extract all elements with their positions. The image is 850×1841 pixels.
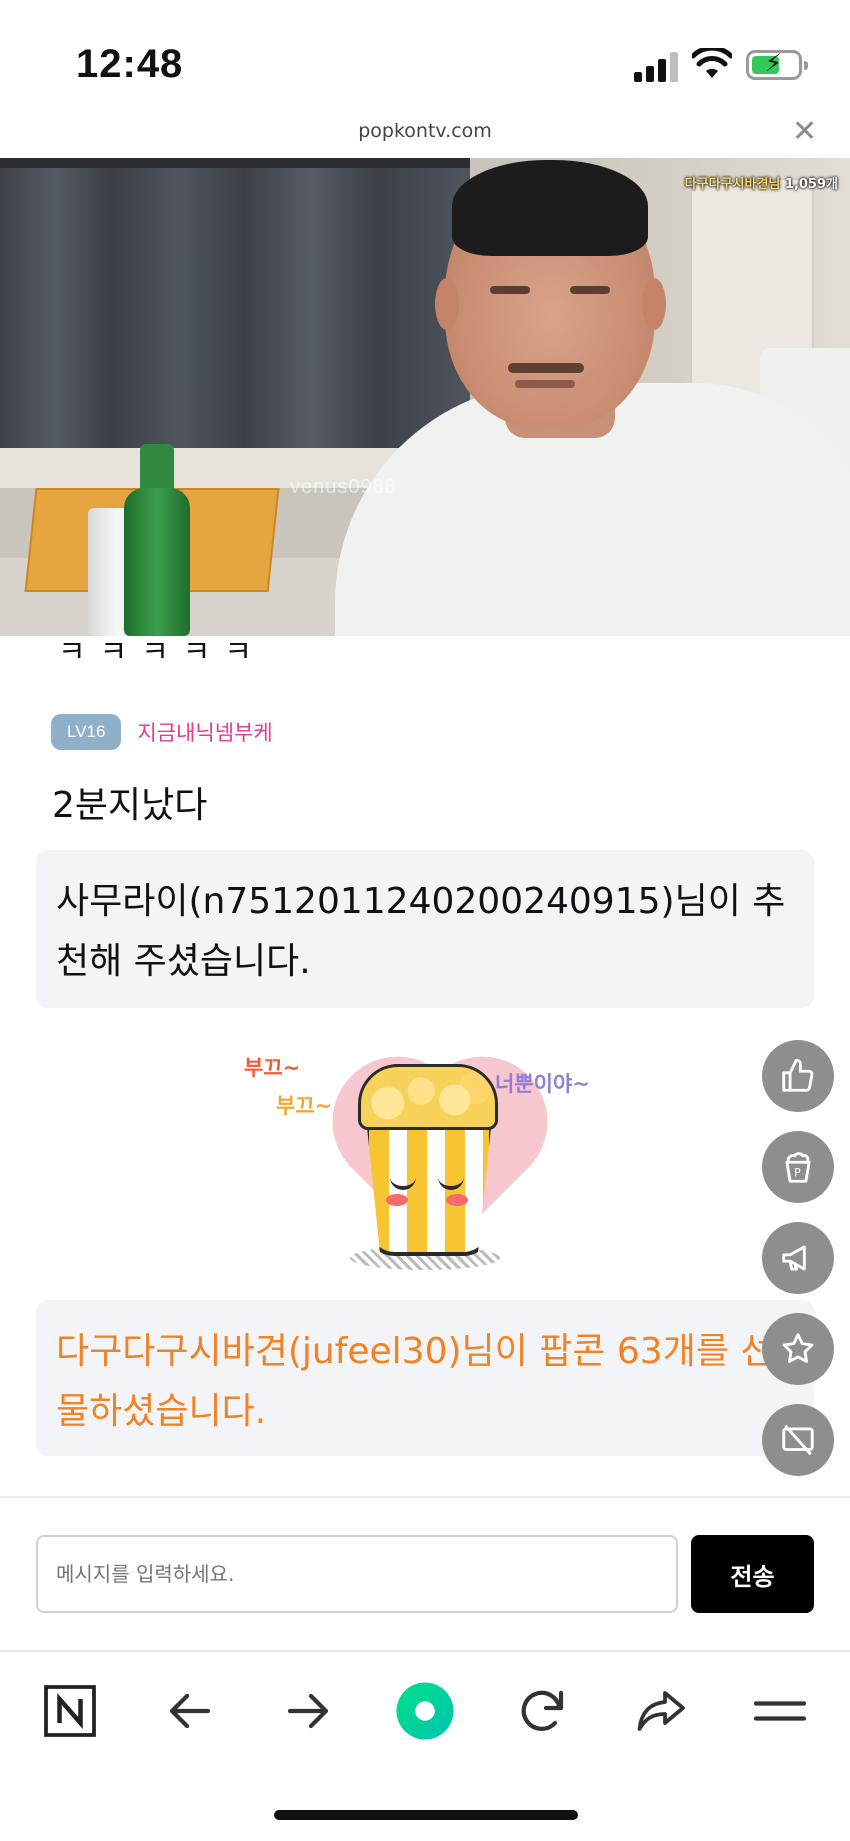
chat-list[interactable]: ㅋㅋㅋㅋㅋ LV16 지금내닉넴부케 2분지났다 사무라이(n751201124… xyxy=(0,636,850,1496)
url-bar: popkontv.com ✕ xyxy=(0,110,850,158)
message-input[interactable] xyxy=(36,1535,678,1613)
home-indicator xyxy=(274,1810,578,1820)
share-icon[interactable] xyxy=(627,1676,697,1746)
menu-icon[interactable] xyxy=(745,1676,815,1746)
sticker-text: 부끄~ xyxy=(276,1094,333,1118)
send-button[interactable]: 전송 xyxy=(691,1535,814,1613)
url-text: popkontv.com xyxy=(358,120,492,142)
status-bar: 12:48 ⚡ xyxy=(0,0,850,110)
wifi-icon xyxy=(692,48,732,78)
naver-n-icon[interactable] xyxy=(35,1676,105,1746)
live-video[interactable]: venus0988 다구다구시바견님 1,059개 xyxy=(0,158,850,636)
video-watermark: venus0988 xyxy=(290,476,397,498)
chat-nickname[interactable]: 지금내닉넴부케 xyxy=(137,717,272,747)
forward-arrow-icon[interactable] xyxy=(273,1676,343,1746)
video-gift-notice: 다구다구시바견님 1,059개 xyxy=(684,177,838,192)
back-arrow-icon[interactable] xyxy=(155,1676,225,1746)
chat-message-text: 2분지났다 xyxy=(52,785,208,826)
soju-bottle xyxy=(124,488,190,636)
popcorn-icon[interactable]: P xyxy=(762,1131,834,1203)
status-time: 12:48 xyxy=(76,42,184,86)
chat-message-header: LV16 지금내닉넴부케 xyxy=(51,714,273,750)
megaphone-icon[interactable] xyxy=(762,1222,834,1294)
star-icon[interactable] xyxy=(762,1313,834,1385)
refresh-icon[interactable] xyxy=(508,1676,578,1746)
popcorn-cup xyxy=(365,1108,493,1256)
close-icon[interactable]: ✕ xyxy=(792,114,817,149)
popcorn-sticker: 부끄~ 부끄~ 너뿐이야~ xyxy=(240,1046,640,1276)
svg-text:P: P xyxy=(794,1167,801,1180)
thumbs-up-icon[interactable] xyxy=(762,1040,834,1112)
recommend-notice: 사무라이(n7512011240200240915)님이 추천해 주셨습니다. xyxy=(36,850,814,1008)
chat-partial-message: ㅋㅋㅋㅋㅋ xyxy=(58,636,266,658)
sticker-text: 너뿐이야~ xyxy=(495,1072,590,1096)
green-home-icon[interactable] xyxy=(390,1676,460,1746)
browser-nav-bar xyxy=(0,1652,850,1762)
gift-notice: 다구다구시바견(jufeel30)님이 팝콘 63개를 선물하셨습니다. xyxy=(36,1300,814,1456)
level-badge: LV16 xyxy=(51,714,122,750)
screen-off-icon[interactable] xyxy=(762,1404,834,1476)
battery-icon: ⚡ xyxy=(746,49,808,80)
curtain xyxy=(0,158,470,448)
sticker-text: 부끄~ xyxy=(244,1056,301,1080)
signal-icon xyxy=(634,52,678,82)
side-action-bar: P xyxy=(762,1040,834,1495)
chat-input-area: 전송 xyxy=(0,1498,850,1650)
